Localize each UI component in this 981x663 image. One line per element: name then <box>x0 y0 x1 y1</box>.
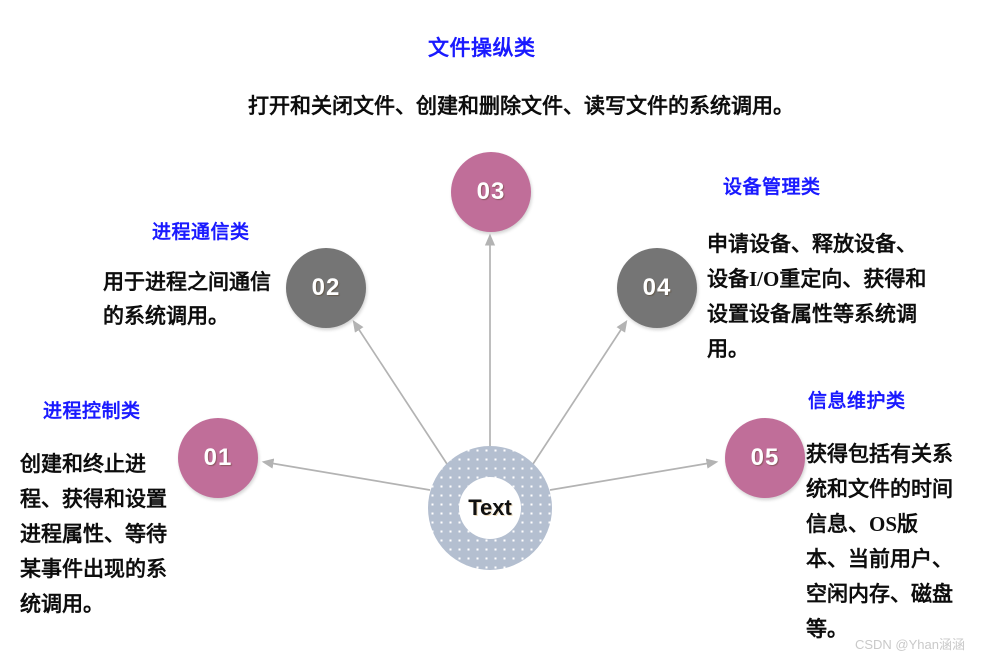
node-circle-04[interactable]: 04 <box>617 248 697 328</box>
category-body-device-management: 申请设备、释放设备、设备I/O重定向、获得和设置设备属性等系统调用。 <box>707 232 927 361</box>
category-heading-ipc: 进程通信类 <box>152 222 250 243</box>
category-heading-process-control: 进程控制类 <box>43 401 141 422</box>
category-heading-information-maintenance: 信息维护类 <box>808 391 906 412</box>
arrow-to-node-02 <box>352 320 448 465</box>
center-hub-label: Text <box>468 495 512 520</box>
diagram-canvas: 文件操纵类 打开和关闭文件、创建和删除文件、读写文件的系统调用。 进程通信类 用… <box>0 0 981 663</box>
arrow-to-node-04 <box>532 320 628 465</box>
arrow-to-node-01 <box>261 458 431 491</box>
node-circle-01[interactable]: 01 <box>178 418 258 498</box>
node-circle-05[interactable]: 05 <box>725 418 805 498</box>
center-hub-donut[interactable]: Text <box>428 446 552 570</box>
watermark-text: CSDN @Yhan涵涵 <box>854 637 965 652</box>
category-body-file-manipulation: 打开和关闭文件、创建和删除文件、读写文件的系统调用。 <box>248 94 794 118</box>
category-heading-device-management: 设备管理类 <box>723 177 821 198</box>
center-hub-inner: Text <box>459 477 521 539</box>
category-body-information-maintenance: 获得包括有关系统和文件的时间信息、OS版本、当前用户、空闲内存、磁盘等。 <box>806 442 953 641</box>
category-heading-file-manipulation: 文件操纵类 <box>428 37 536 60</box>
category-body-process-control: 创建和终止进程、获得和设置进程属性、等待某事件出现的系统调用。 <box>20 452 167 616</box>
arrow-to-node-05 <box>549 458 719 491</box>
node-circle-02[interactable]: 02 <box>286 248 366 328</box>
category-body-ipc: 用于进程之间通信的系统调用。 <box>103 270 271 328</box>
node-circle-03[interactable]: 03 <box>451 152 531 232</box>
